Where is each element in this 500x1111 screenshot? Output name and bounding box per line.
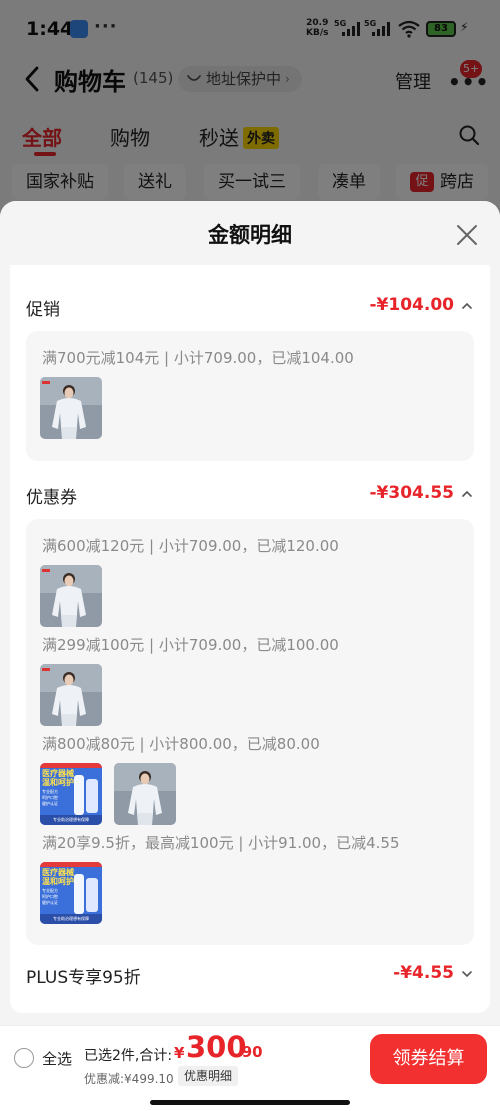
jacket-product-image xyxy=(40,565,102,627)
toothpaste-product-image: 医疗器械 温和呵护 专业配方 呵护口腔 健护认证 专业助治理想有保障 xyxy=(40,862,102,924)
coupon-rule-3: 满800减80元 | 小计800.00，已减80.00 xyxy=(42,735,320,753)
toothpaste-pill-2: 呵护口腔 xyxy=(42,795,58,800)
select-all-label[interactable]: 全选 xyxy=(42,1048,72,1069)
product-thumb-jacket[interactable] xyxy=(114,763,176,825)
product-thumb-jacket[interactable] xyxy=(40,565,102,627)
product-thumb-jacket[interactable] xyxy=(40,664,102,726)
toothpaste-pill-2: 呵护口腔 xyxy=(42,894,58,899)
discount-detail-button[interactable]: 优惠明细 xyxy=(178,1066,239,1086)
total-amount-decimal: .90 xyxy=(236,1043,263,1061)
coupon-section-header[interactable]: 优惠券 -¥304.55 xyxy=(26,481,474,509)
total-currency: ¥ xyxy=(174,1044,185,1062)
home-indicator[interactable] xyxy=(150,1100,350,1105)
jacket-product-image xyxy=(40,377,102,439)
coupon-rule-1: 满600减120元 | 小计709.00，已减120.00 xyxy=(42,537,339,555)
promo-rules-box: 满700元减104元 | 小计709.00，已减104.00 xyxy=(26,331,474,461)
coupon-rule-2: 满299减100元 | 小计709.00，已减100.00 xyxy=(42,636,339,654)
toothpaste-pills: 专业配方 呵护口腔 健护认证 xyxy=(42,888,70,906)
close-icon[interactable] xyxy=(455,223,479,247)
plus-amount: -¥4.55 xyxy=(393,963,454,983)
plus-section-header[interactable]: PLUS专享95折 -¥4.55 xyxy=(26,961,474,989)
sheet-header: 金额明细 xyxy=(0,201,500,265)
selected-summary-label: 已选2件,合计: xyxy=(84,1048,173,1064)
toothpaste-title-line1: 医疗器械 xyxy=(42,769,74,778)
toothpaste-pills: 专业配方 呵护口腔 健护认证 xyxy=(42,789,70,807)
toothpaste-title-line2: 温和呵护 xyxy=(42,877,74,886)
toothpaste-pill-1: 专业配方 xyxy=(42,888,58,893)
select-all-checkbox[interactable] xyxy=(14,1048,34,1068)
jacket-product-image xyxy=(40,664,102,726)
product-thumb-toothpaste[interactable]: 医疗器械 温和呵护 专业配方 呵护口腔 健护认证 专业助治理想有保障 xyxy=(40,763,102,825)
promo-rule: 满700元减104元 | 小计709.00，已减104.00 xyxy=(42,349,354,367)
chevron-down-icon xyxy=(462,971,472,978)
sheet-title: 金额明细 xyxy=(208,223,292,247)
toothpaste-footer: 专业助治理想有保障 xyxy=(40,815,102,825)
toothpaste-title: 医疗器械 温和呵护 xyxy=(42,769,74,787)
toothpaste-pill-3: 健护认证 xyxy=(42,801,58,806)
product-thumb-toothpaste[interactable]: 医疗器械 温和呵护 专业配方 呵护口腔 健护认证 专业助治理想有保障 xyxy=(40,862,102,924)
discount-summary: 优惠减:¥499.10 xyxy=(84,1072,174,1086)
toothpaste-title-line1: 医疗器械 xyxy=(42,868,74,877)
promo-amount: -¥104.00 xyxy=(369,295,455,315)
toothpaste-title-line2: 温和呵护 xyxy=(42,778,74,787)
checkout-button[interactable]: 领券结算 xyxy=(370,1034,487,1084)
product-thumb-jacket[interactable] xyxy=(40,377,102,439)
chevron-up-icon xyxy=(462,302,472,309)
coupon-label: 优惠券 xyxy=(26,488,77,508)
toothpaste-pill-1: 专业配方 xyxy=(42,789,58,794)
toothpaste-pill-3: 健护认证 xyxy=(42,900,58,905)
jacket-product-image xyxy=(114,763,176,825)
coupon-rule-4: 满20享9.5折，最高减100元 | 小计91.00，已减4.55 xyxy=(42,834,400,852)
plus-label: PLUS专享95折 xyxy=(26,968,141,988)
promo-label: 促销 xyxy=(26,300,60,320)
coupon-amount: -¥304.55 xyxy=(369,483,455,503)
toothpaste-product-image: 医疗器械 温和呵护 专业配方 呵护口腔 健护认证 专业助治理想有保障 xyxy=(40,763,102,825)
promo-section-header[interactable]: 促销 -¥104.00 xyxy=(26,293,474,321)
amount-detail-sheet: 金额明细 ​ 促销 -¥104.00 满700元减104元 | 小计709.00… xyxy=(0,201,500,1111)
detail-card[interactable]: ​ 促销 -¥104.00 满700元减104元 | 小计709.00，已减10… xyxy=(10,257,490,1013)
chevron-up-icon xyxy=(462,490,472,497)
checkout-bar: 全选 已选2件,合计: ¥ 300 .90 优惠减:¥499.10 优惠明细 领… xyxy=(0,1025,500,1111)
coupon-rules-box: 满600减120元 | 小计709.00，已减120.00 满299减100元 … xyxy=(26,519,474,945)
toothpaste-title: 医疗器械 温和呵护 xyxy=(42,868,74,886)
toothpaste-footer: 专业助治理想有保障 xyxy=(40,914,102,924)
